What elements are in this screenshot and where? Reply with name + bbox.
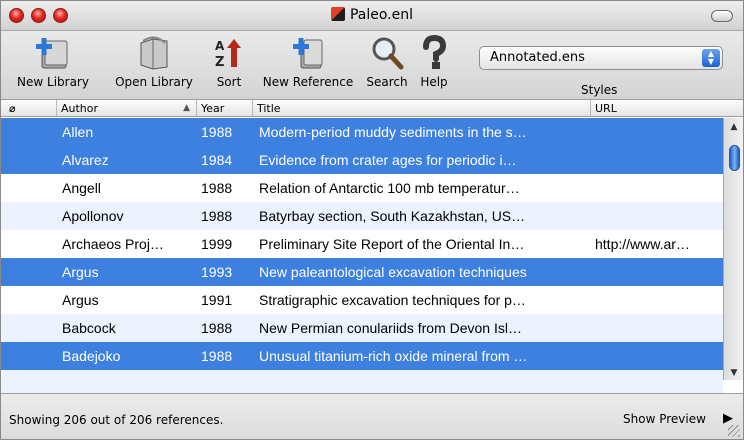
cell-title: Unusual titanium-rich oxide mineral from… (259, 348, 528, 364)
column-header-year[interactable]: Year (197, 100, 253, 117)
cell-year: 1988 (201, 208, 233, 224)
select-arrows-icon: ▲ ▼ (702, 49, 720, 67)
cell-year: 1999 (201, 236, 233, 252)
cell-title: Stratigraphic excavation techniques for … (259, 292, 526, 308)
new-reference-icon (293, 38, 323, 69)
disclosure-triangle-icon[interactable]: ▶ (723, 411, 733, 426)
cell-author: Angell (62, 180, 101, 196)
title-bar: Paleo.enl (1, 1, 743, 31)
column-header-url[interactable]: URL (591, 100, 723, 117)
open-library-button[interactable]: Open Library (107, 35, 201, 89)
cell-author: Allen (62, 124, 94, 140)
reference-count-status: Showing 206 out of 206 references. (9, 413, 224, 427)
table-row[interactable]: Badejoko 1988 Unusual titanium-rich oxide … (1, 342, 723, 370)
search-label: Search (366, 75, 408, 89)
cell-year: 1984 (201, 152, 233, 168)
toolbar: New Library Open Library A Z Sort New Re… (1, 31, 743, 99)
table-row[interactable]: Babcock 1988 New Permian conulariids from … (1, 314, 723, 342)
cell-author: Alvarez (62, 152, 109, 168)
column-header-year-label: Year (201, 102, 225, 115)
paperclip-icon: ⌀ (9, 102, 16, 115)
svg-text:Z: Z (215, 55, 224, 70)
status-bar: Showing 206 out of 206 references. Show … (1, 393, 743, 439)
svg-text:A: A (215, 39, 225, 53)
help-question-icon (423, 35, 447, 69)
table-row[interactable]: Apollonov 1988 Batyrbay section, South Kaz… (1, 202, 723, 230)
cell-title: Relation of Antarctic 100 mb temperatur… (259, 180, 520, 196)
sort-label: Sort (216, 75, 242, 89)
cell-author: Archaeos Proj… (62, 236, 164, 252)
cell-year: 1988 (201, 320, 233, 336)
new-library-button[interactable]: New Library (4, 35, 102, 89)
help-button[interactable]: Help (415, 35, 453, 89)
cell-title: Modern-period muddy sediments in the s… (259, 124, 527, 140)
new-reference-label: New Reference (262, 75, 354, 89)
styles-select-value: Annotated.ens (490, 50, 585, 65)
search-button[interactable]: Search (363, 35, 411, 89)
cell-author: Argus (62, 292, 99, 308)
open-library-label: Open Library (115, 75, 193, 89)
endnote-library-window: Paleo.enl New Library Open Library A Z S… (0, 0, 744, 440)
show-preview-button[interactable]: Show Preview (623, 412, 706, 426)
cell-title: Evidence from crater ages for periodic i… (259, 152, 517, 168)
cell-year: 1988 (201, 124, 233, 140)
window-title: Paleo.enl (349, 7, 414, 23)
column-header-url-label: URL (595, 102, 617, 115)
cell-url: http://www.ar… (595, 236, 690, 252)
cell-year: 1988 (201, 348, 233, 364)
empty-row (1, 370, 723, 393)
cell-author: Apollonov (62, 208, 124, 224)
cell-author: Babcock (62, 320, 116, 336)
new-library-label: New Library (17, 75, 89, 89)
table-row[interactable]: Allen 1988 Modern-period muddy sediments i… (1, 118, 723, 146)
scroll-up-arrow-icon[interactable]: ▲ (724, 122, 743, 132)
magnifier-icon (372, 37, 404, 70)
table-row[interactable]: Angell 1988 Relation of Antarctic 100 mb t… (1, 174, 723, 202)
styles-select[interactable]: Annotated.ens ▲ ▼ (479, 46, 723, 70)
sort-button[interactable]: A Z Sort (207, 35, 251, 89)
sort-ascending-icon: ▲ (183, 103, 190, 113)
scrollbar-thumb[interactable] (729, 145, 740, 171)
cell-author: Badejoko (62, 348, 121, 364)
cell-year: 1991 (201, 292, 233, 308)
cell-title: Batyrbay section, South Kazakhstan, US… (259, 208, 526, 224)
table-row[interactable]: Argus 1993 New paleantological excavation … (1, 258, 723, 286)
column-header-title-label: Title (257, 102, 281, 115)
column-header-author-label: Author (61, 102, 99, 115)
cell-year: 1988 (201, 180, 233, 196)
scroll-down-arrow-icon[interactable]: ▼ (724, 368, 743, 378)
toolbar-toggle-button[interactable] (711, 10, 733, 22)
cell-year: 1993 (201, 264, 233, 280)
vertical-scrollbar[interactable]: ▲ ▼ (723, 118, 743, 380)
new-library-icon (36, 38, 68, 69)
table-row[interactable]: Alvarez 1984 Evidence from crater ages for… (1, 146, 723, 174)
cell-title: Preliminary Site Report of the Oriental … (259, 236, 525, 252)
table-row[interactable]: Argus 1991 Stratigraphic excavation techni… (1, 286, 723, 314)
reference-list: Allen 1988 Modern-period muddy sediments i… (1, 118, 723, 393)
sort-az-icon: A Z (215, 39, 241, 70)
help-label: Help (420, 75, 448, 89)
column-header-title[interactable]: Title (253, 100, 591, 117)
table-row[interactable]: Archaeos Proj… 1999 Preliminary Site Repor… (1, 230, 723, 258)
column-header-attachment[interactable]: ⌀ (1, 100, 57, 117)
cell-author: Argus (62, 264, 99, 280)
styles-label: Styles (581, 83, 618, 97)
cell-title: New Permian conulariids from Devon Isl… (259, 320, 522, 336)
open-library-icon (140, 36, 168, 70)
resize-grip-icon[interactable] (728, 425, 740, 437)
cell-title: New paleantological excavation technique… (259, 264, 527, 280)
window-title-wrap: Paleo.enl (1, 7, 743, 23)
column-header-author[interactable]: Author ▲ (57, 100, 197, 117)
column-headers: ⌀ Author ▲ Year Title URL (1, 99, 743, 117)
document-icon (330, 7, 345, 21)
new-reference-button[interactable]: New Reference (254, 35, 362, 89)
